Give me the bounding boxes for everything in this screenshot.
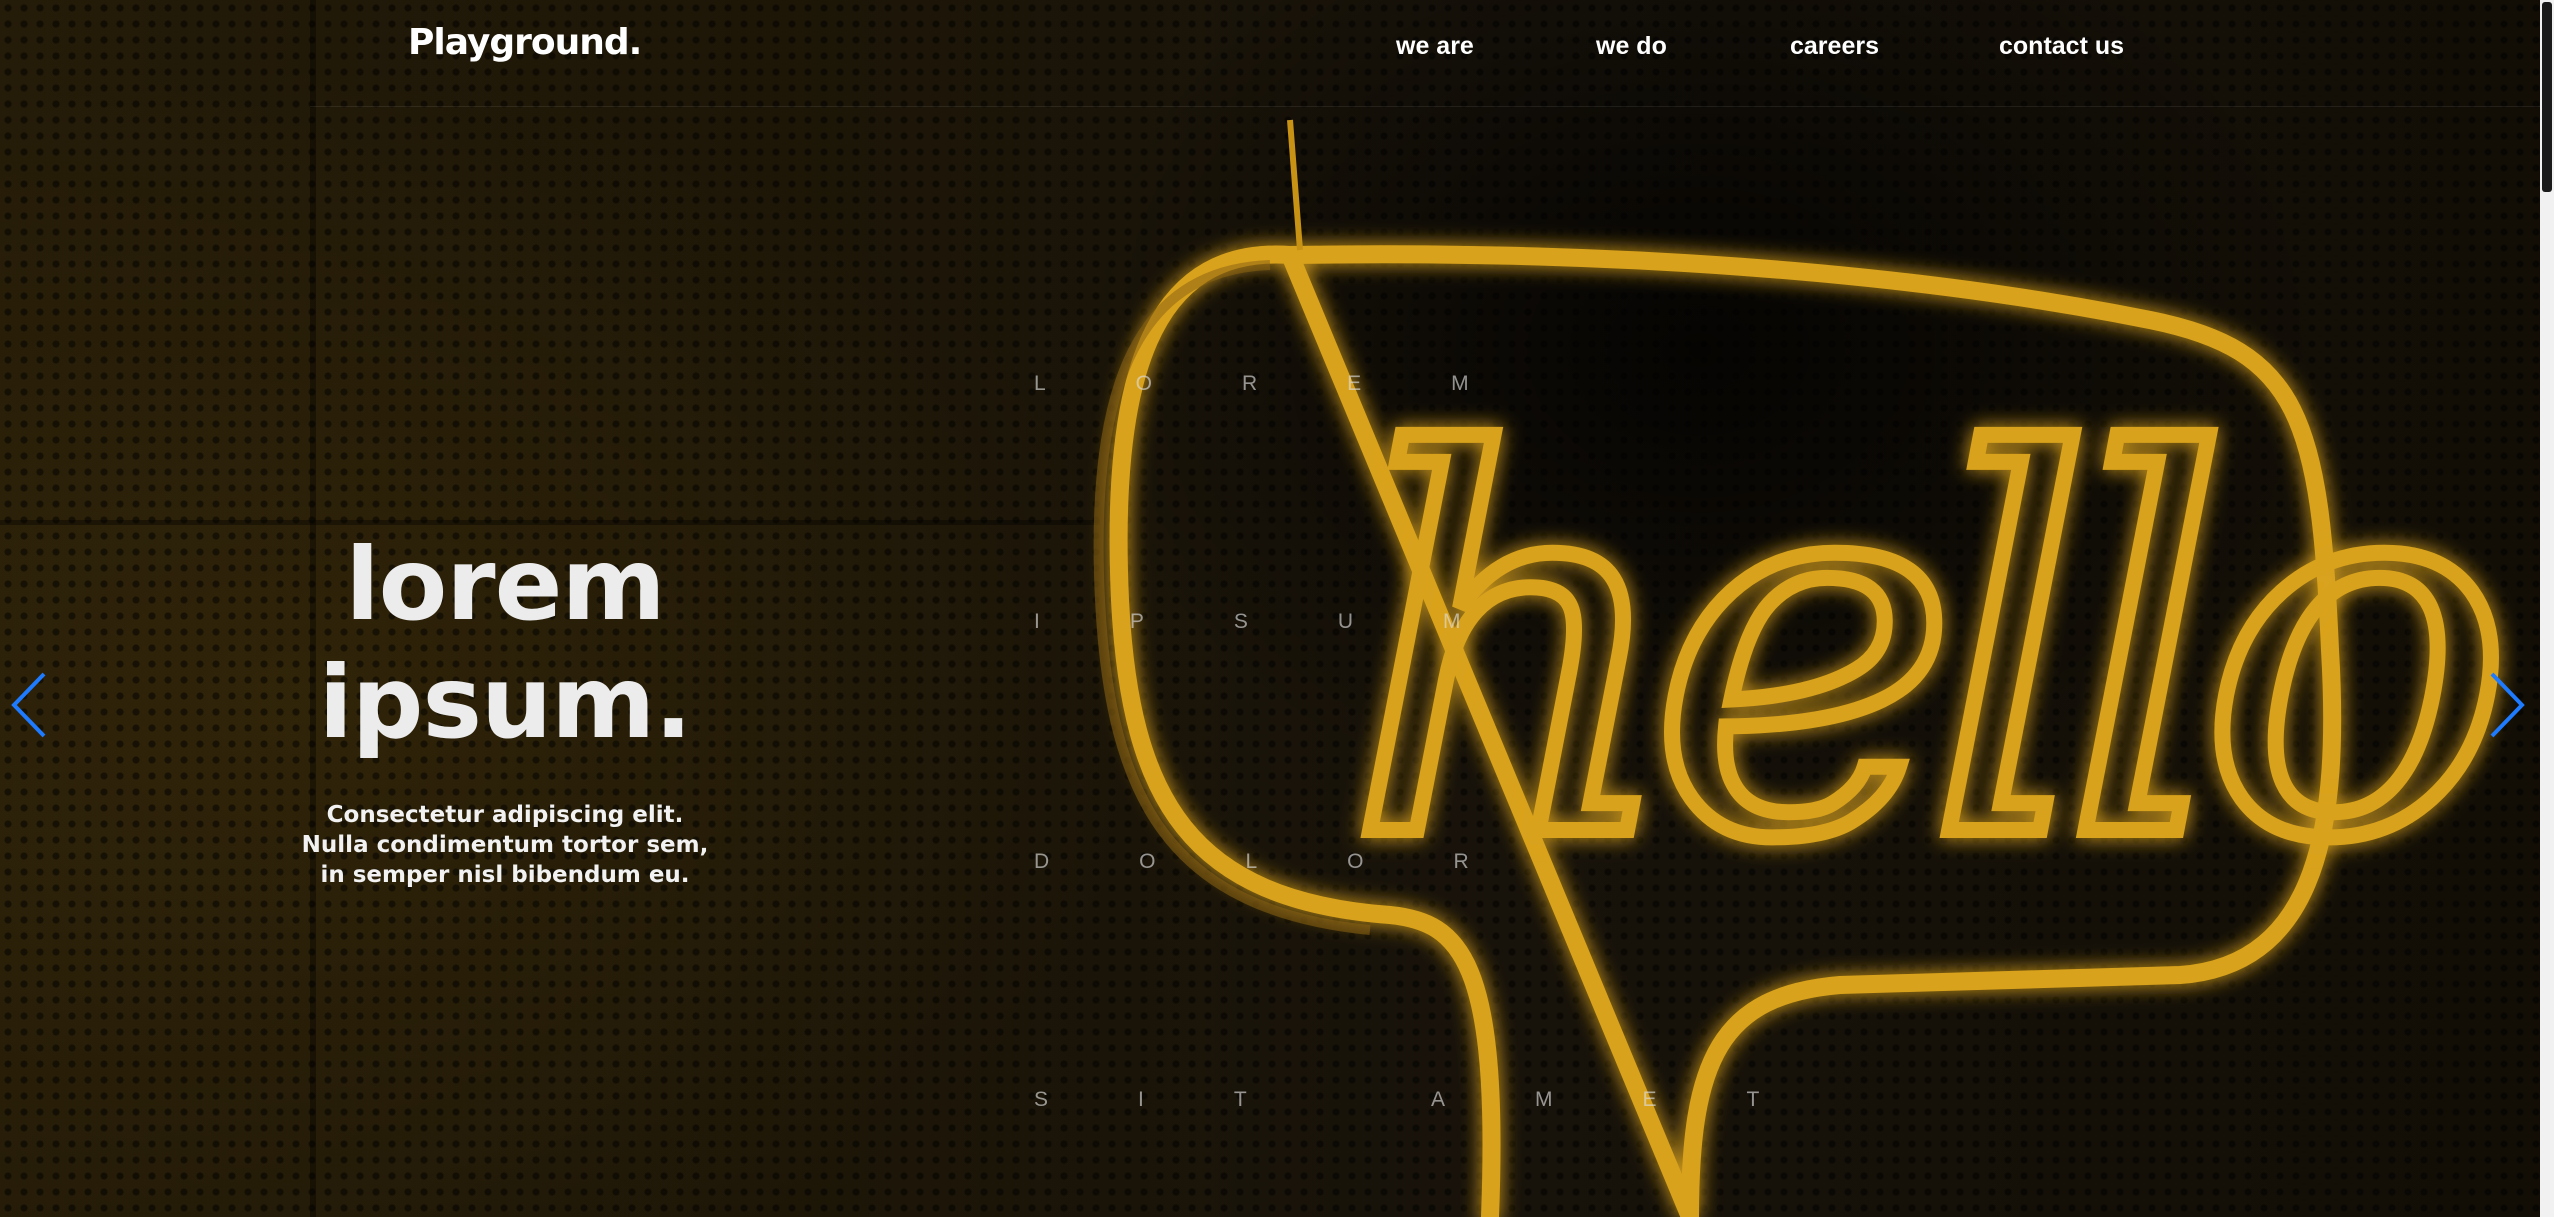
spaced-word-ipsum: IPSUM [1034,610,1551,633]
spaced-word-dolor: DOLOR [1034,850,1559,873]
page-scrollbar[interactable] [2540,0,2554,1217]
chevron-right-icon [2490,672,2525,738]
hero-subtext-line-2: Nulla condimentum tortor sem, [301,832,709,858]
spaced-word-lorem: LOREM [1034,372,1559,395]
hero-headline-line-1: lorem [345,526,665,643]
hero-subtext-line-1: Consectetur adipiscing elit. [326,802,684,828]
header-divider [310,106,2540,107]
carousel-prev-button[interactable] [8,670,52,740]
nav-link-we-do[interactable]: we do [1596,32,1667,61]
hero-headline-line-2: ipsum. [318,644,693,761]
brand-logo[interactable]: Playground. [408,22,642,63]
scrollbar-thumb[interactable] [2542,2,2552,192]
hero-subtext-line-3: in semper nisl bibendum eu. [320,862,690,888]
spaced-word-sit-amet: SIT AMET [1034,1088,1850,1111]
carousel-next-button[interactable] [2484,670,2528,740]
nav-link-contact-us[interactable]: contact us [1999,32,2124,61]
nav-link-careers[interactable]: careers [1790,32,1879,61]
nav-link-we-are[interactable]: we are [1396,32,1474,61]
chevron-left-icon [11,672,46,738]
